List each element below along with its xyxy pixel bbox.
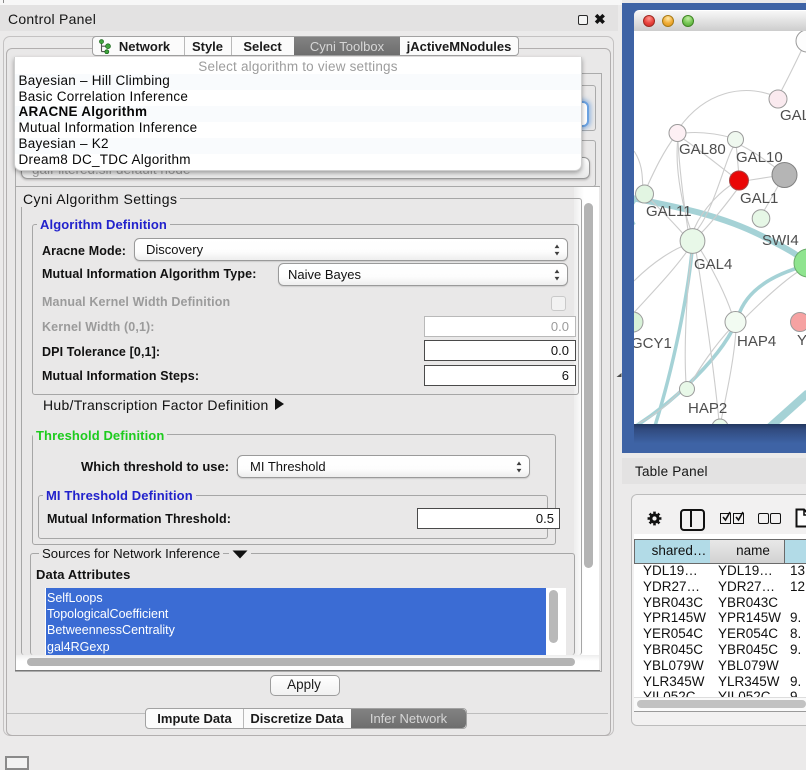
svg-text:GAL10: GAL10: [736, 149, 783, 166]
svg-text:YEL: YEL: [797, 332, 806, 349]
svg-text:GAL11: GAL11: [646, 203, 692, 220]
svg-text:HAP2: HAP2: [688, 400, 727, 417]
svg-text:GAL2: GAL2: [780, 107, 806, 124]
svg-text:GAL80: GAL80: [679, 141, 726, 158]
svg-text:GCY1: GCY1: [634, 335, 672, 352]
svg-text:GAL1: GAL1: [740, 190, 778, 207]
svg-text:GAL4: GAL4: [694, 256, 732, 273]
svg-text:SWI4: SWI4: [762, 232, 799, 249]
svg-text:HAP4: HAP4: [737, 333, 776, 350]
